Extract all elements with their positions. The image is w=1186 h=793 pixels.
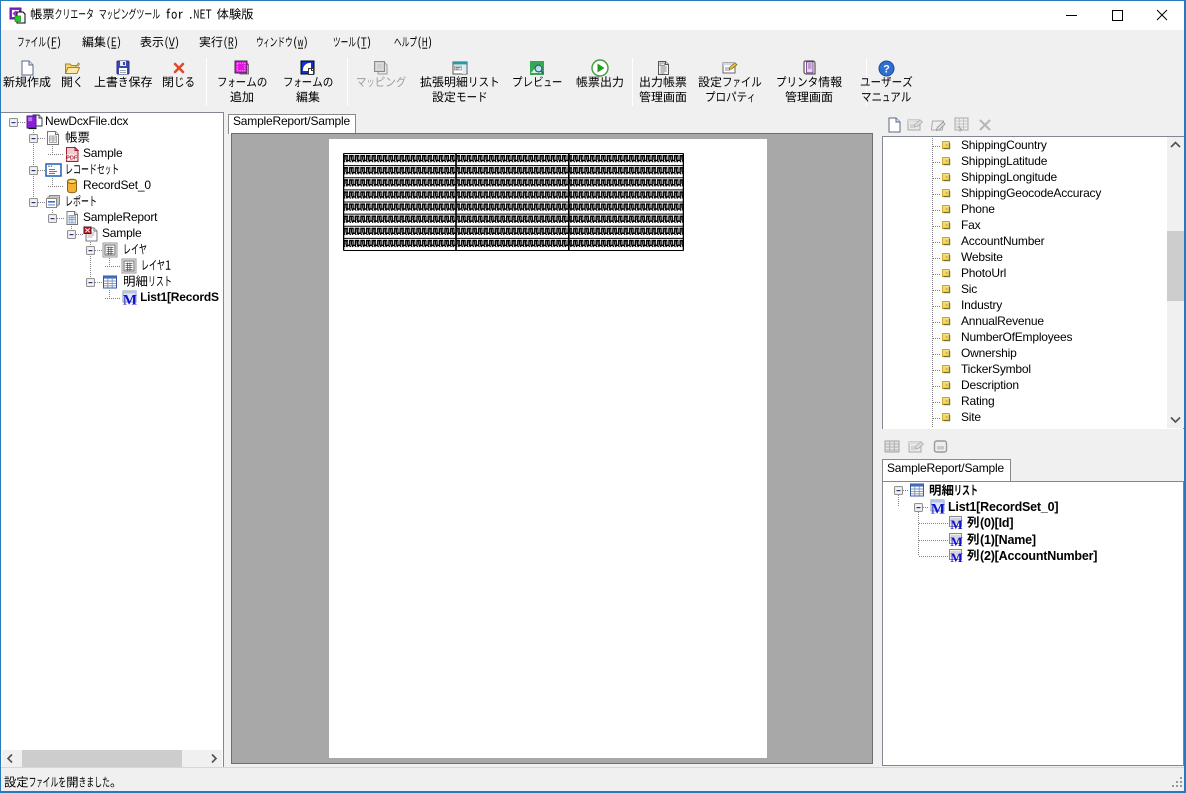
- svg-text:M: M: [950, 550, 962, 564]
- svg-text:?: ?: [883, 63, 890, 75]
- svg-text:M: M: [931, 502, 945, 516]
- svg-text:PDF: PDF: [66, 155, 78, 161]
- svg-text:M: M: [950, 534, 962, 548]
- svg-text:M: M: [123, 293, 137, 307]
- svg-text:M: M: [950, 517, 962, 531]
